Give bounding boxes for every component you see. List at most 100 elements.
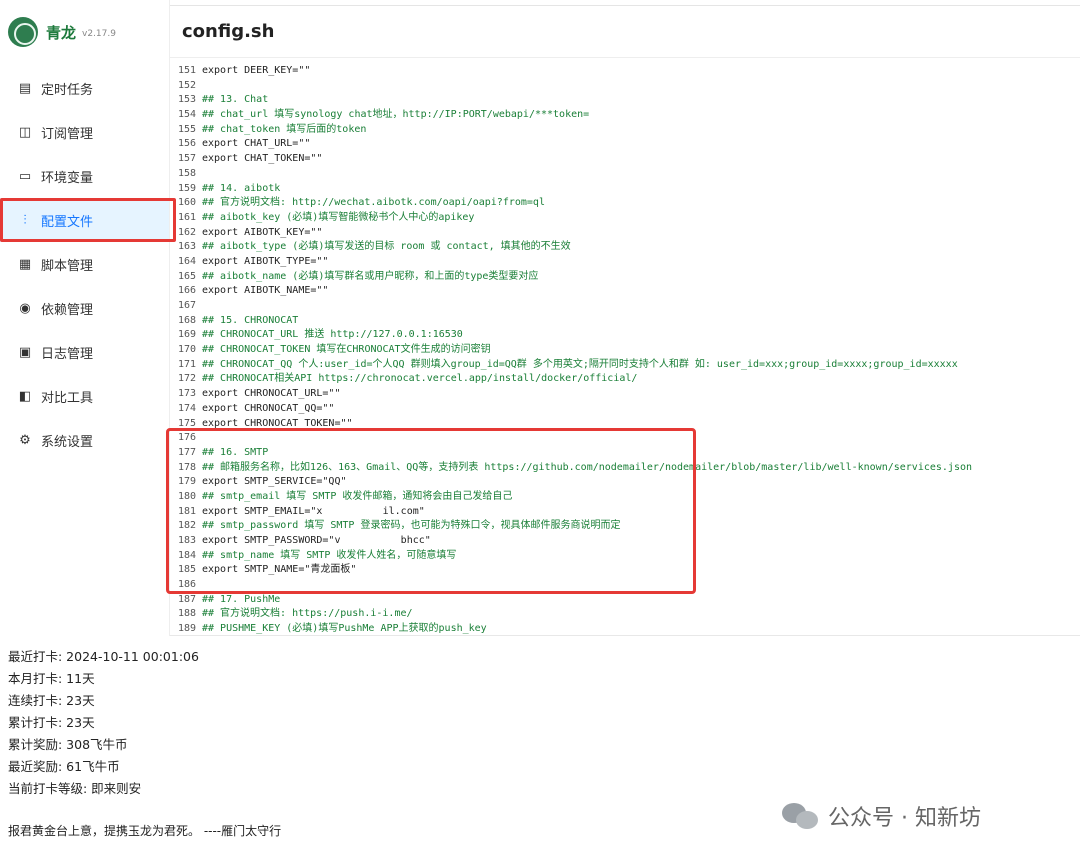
- line-number: 188: [177, 608, 196, 620]
- sidebar-item-0[interactable]: ▤ 定时任务: [0, 66, 169, 110]
- code-line: 171 ## CHRONOCAT_QQ 个人:user_id=个人QQ 群则填入g…: [170, 358, 1080, 373]
- code-text: ## smtp_name 填写 SMTP 收发件人姓名，可随意填写: [202, 549, 457, 561]
- line-number: 169: [177, 329, 196, 341]
- log-icon: ▣: [18, 344, 32, 360]
- code-text: ## 邮箱服务名称，比如126、163、Gmail、QQ等，支持列表 https…: [202, 461, 973, 473]
- line-number: 163: [177, 241, 196, 253]
- line-number: 154: [177, 109, 196, 121]
- line-number: 184: [177, 549, 196, 561]
- code-editor[interactable]: 151 export DEER_KEY="" 152 153 ## 13. Chat 15…: [170, 64, 1080, 636]
- line-number: 166: [177, 285, 196, 297]
- line-number: 181: [177, 505, 196, 517]
- code-text: export SMTP_NAME="青龙面板": [202, 564, 357, 576]
- diff-icon: ◧: [18, 388, 32, 404]
- code-text: export CHRONOCAT_QQ="": [202, 402, 335, 414]
- code-line: 185 export SMTP_NAME="青龙面板": [170, 563, 1080, 578]
- code-line: 174 export CHRONOCAT_QQ="": [170, 402, 1080, 417]
- code-text: ## aibotk_key (必填)填写智能微秘书个人中心的apikey: [202, 211, 475, 223]
- line-number: 155: [177, 123, 196, 135]
- code-line: 166 export AIBOTK_NAME="": [170, 284, 1080, 299]
- code-line: 175 export CHRONOCAT_TOKEN="": [170, 417, 1080, 432]
- code-line: 181 export SMTP_EMAIL="x il.com": [170, 505, 1080, 520]
- line-number: 173: [177, 388, 196, 400]
- line-number: 164: [177, 255, 196, 267]
- calendar-icon: ▤: [18, 80, 32, 96]
- sidebar-item-6[interactable]: ▣ 日志管理: [0, 330, 169, 374]
- code-line: 172 ## CHRONOCAT相关API https://chronocat.v…: [170, 372, 1080, 387]
- line-number: 179: [177, 476, 196, 488]
- watermark: 公众号 · 知新坊: [782, 800, 981, 832]
- sidebar-item-4[interactable]: ▦ 脚本管理: [0, 242, 169, 286]
- stat-line: 累计打卡: 23天: [8, 715, 95, 730]
- code-text: ## CHRONOCAT_TOKEN 填写在CHRONOCAT文件生成的访问密钥: [202, 344, 491, 356]
- dependency-icon: ◉: [19, 300, 31, 316]
- sidebar-item-8[interactable]: ⚙ 系统设置: [0, 418, 169, 462]
- code-text: ## 17. PushMe: [202, 593, 281, 605]
- code-text: export CHRONOCAT_TOKEN="": [202, 417, 353, 429]
- line-number: 172: [177, 373, 196, 385]
- code-text: ## chat_token 填写后面的token: [202, 123, 367, 135]
- line-number: 159: [177, 182, 196, 194]
- code-text: ## smtp_email 填写 SMTP 收发件邮箱，通知将会由自己发给自己: [202, 490, 513, 502]
- code-text: ## aibotk_name (必填)填写群名或用户昵称，和上面的type类型要…: [202, 270, 539, 282]
- code-text: export CHAT_TOKEN="": [202, 153, 323, 165]
- stat-line: 最近奖励: 61飞牛币: [8, 759, 120, 774]
- sidebar-item-2[interactable]: ▭ 环境变量: [0, 154, 169, 198]
- sidebar-item-7[interactable]: ◧ 对比工具: [0, 374, 169, 418]
- app-window: 青龙 v2.17.9 ▤ 定时任务 ◫ 订阅管理 ▭ 环境变量 ⫶ 配置文件 ▦ 脚本管理 ◉ 依赖管…: [0, 0, 1080, 636]
- code-line: 151 export DEER_KEY="": [170, 64, 1080, 79]
- code-line: 165 ## aibotk_name (必填)填写群名或用户昵称，和上面的type…: [170, 270, 1080, 285]
- line-number: 158: [177, 167, 196, 179]
- code-line: 168 ## 15. CHRONOCAT: [170, 314, 1080, 329]
- code-text: export AIBOTK_KEY="": [202, 226, 323, 238]
- sidebar-item-label: 定时任务: [41, 82, 94, 98]
- code-line: 164 export AIBOTK_TYPE="": [170, 255, 1080, 270]
- stat-line: 最近打卡: 2024-10-11 00:01:06: [8, 649, 199, 664]
- code-line: 178 ## 邮箱服务名称，比如126、163、Gmail、QQ等，支持列表 ht…: [170, 461, 1080, 476]
- line-number: 178: [177, 461, 196, 473]
- wechat-icon: [782, 801, 820, 831]
- line-number: 168: [177, 314, 196, 326]
- sidebar-item-5[interactable]: ◉ 依赖管理: [0, 286, 169, 330]
- sidebar-item-label: 订阅管理: [41, 126, 94, 142]
- checkin-stats: 最近打卡: 2024-10-11 00:01:06 本月打卡: 11天 连续打卡: …: [8, 646, 199, 800]
- sidebar-item-label: 环境变量: [41, 170, 94, 186]
- line-number: 153: [177, 94, 196, 106]
- code-line: 170 ## CHRONOCAT_TOKEN 填写在CHRONOCAT文件生成的访…: [170, 343, 1080, 358]
- sidebar-item-3[interactable]: ⫶ 配置文件: [0, 198, 176, 242]
- code-line: 153 ## 13. Chat: [170, 93, 1080, 108]
- script-icon: ▦: [18, 256, 32, 272]
- code-text: ## smtp_password 填写 SMTP 登录密码，也可能为特殊口令，视…: [202, 520, 621, 532]
- code-text: ## 官方说明文档: http://wechat.aibotk.com/oapi…: [202, 197, 545, 209]
- page-title: config.sh: [170, 6, 1080, 58]
- app-version: v2.17.9: [82, 28, 116, 39]
- sidebar-item-label: 日志管理: [41, 346, 94, 362]
- line-number: 175: [177, 417, 196, 429]
- line-number: 171: [177, 358, 196, 370]
- gear-icon: ⚙: [19, 432, 31, 448]
- code-line: 182 ## smtp_password 填写 SMTP 登录密码，也可能为特殊口…: [170, 519, 1080, 534]
- poem-line: 报君黄金台上意，提携玉龙为君死。 ----雁门太守行: [8, 824, 282, 838]
- line-number: 182: [177, 520, 196, 532]
- code-text: export SMTP_EMAIL="x il.com": [202, 505, 425, 517]
- sidebar-item-label: 脚本管理: [41, 258, 94, 274]
- stat-line: 本月打卡: 11天: [8, 671, 95, 686]
- code-line: 176: [170, 431, 1080, 446]
- line-number: 157: [177, 153, 196, 165]
- line-number: 187: [177, 593, 196, 605]
- code-text: ## 官方说明文档: https://push.i-i.me/: [202, 608, 413, 620]
- code-line: 169 ## CHRONOCAT_URL 推送 http://127.0.0.1:…: [170, 328, 1080, 343]
- brand: 青龙 v2.17.9: [0, 0, 169, 64]
- code-text: export DEER_KEY="": [202, 65, 311, 76]
- line-number: 176: [177, 432, 196, 444]
- sidebar-item-1[interactable]: ◫ 订阅管理: [0, 110, 169, 154]
- line-number: 180: [177, 490, 196, 502]
- code-text: export SMTP_PASSWORD="v bhcc": [202, 535, 431, 546]
- code-line: 163 ## aibotk_type (必填)填写发送的目标 room 或 con…: [170, 240, 1080, 255]
- qinglong-logo-icon: [8, 17, 38, 47]
- code-text: ## 14. aibotk: [202, 182, 281, 194]
- sidebar: 青龙 v2.17.9 ▤ 定时任务 ◫ 订阅管理 ▭ 环境变量 ⫶ 配置文件 ▦ 脚本管理 ◉ 依赖管…: [0, 0, 176, 636]
- monitor-icon: ▭: [18, 168, 32, 184]
- line-number: 177: [177, 446, 196, 458]
- code-line: 183 export SMTP_PASSWORD="v bhcc": [170, 534, 1080, 549]
